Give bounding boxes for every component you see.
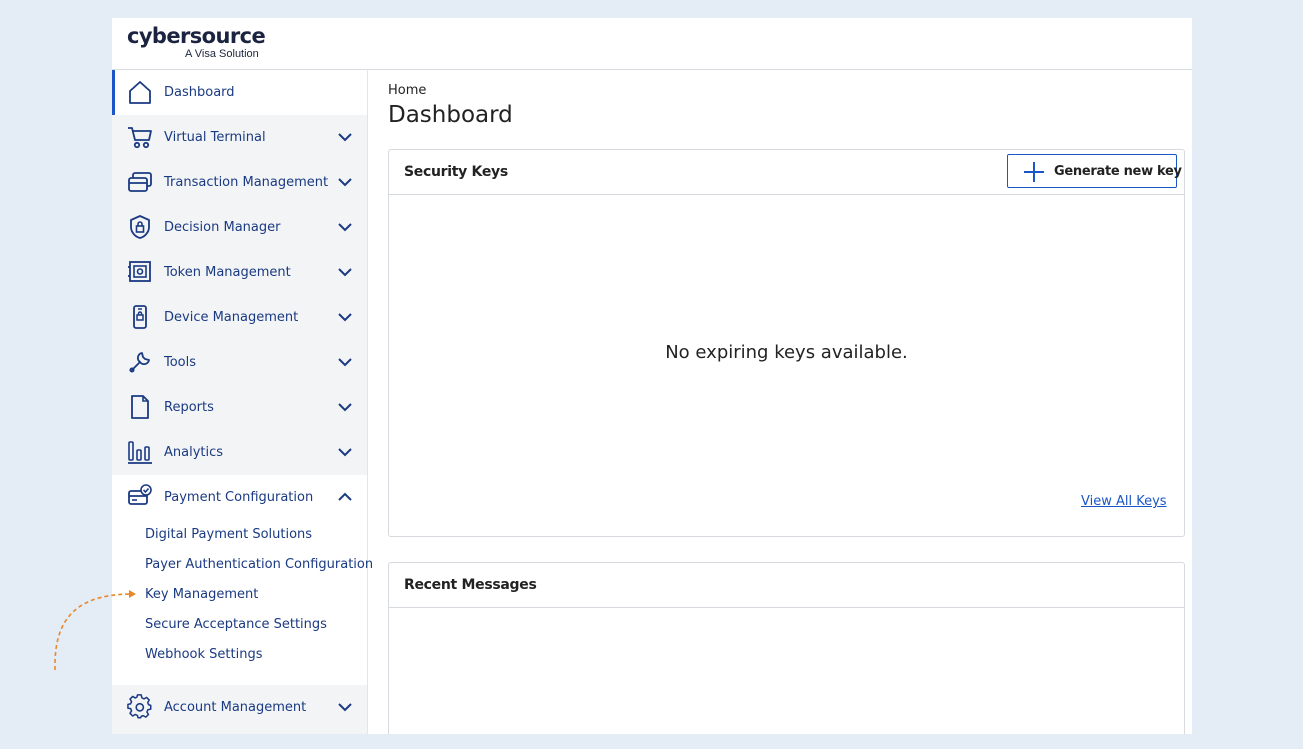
sidebar-item-label: Virtual Terminal [164, 130, 266, 145]
recent-messages-title: Recent Messages [404, 577, 537, 593]
cart-icon [128, 127, 152, 149]
vault-icon [128, 261, 151, 282]
subitem-key-management[interactable]: Key Management [145, 587, 258, 602]
recent-messages-header: Recent Messages [389, 563, 1184, 608]
sidebar-item-tools[interactable]: Tools [112, 340, 367, 385]
wrench-icon [129, 352, 150, 373]
generate-new-key-label: Generate new key [1054, 164, 1182, 179]
chevron-down-icon[interactable] [337, 311, 353, 323]
sidebar-item-label: Decision Manager [164, 220, 281, 235]
chevron-down-icon[interactable] [337, 701, 353, 713]
sidebar-item-label: Device Management [164, 310, 299, 325]
sidebar-item-dashboard[interactable]: Dashboard [112, 70, 367, 115]
sidebar-item-transaction-management[interactable]: Transaction Management [112, 160, 367, 205]
sidebar-item-label: Reports [164, 400, 214, 415]
sidebar-nav: Dashboard Virtual Terminal Transaction M… [112, 70, 373, 734]
chevron-down-icon[interactable] [337, 176, 353, 188]
sidebar-item-analytics[interactable]: Analytics [112, 430, 367, 475]
empty-keys-message: No expiring keys available. [665, 342, 908, 363]
sidebar-item-account-management[interactable]: Account Management [112, 685, 367, 730]
subitem-payer-authentication-configuration[interactable]: Payer Authentication Configuration [145, 557, 373, 572]
chevron-down-icon[interactable] [337, 356, 353, 368]
sidebar-item-device-management[interactable]: Device Management [112, 295, 367, 340]
chevron-down-icon[interactable] [337, 446, 353, 458]
security-keys-card: Security Keys Generate new key No expiri… [388, 149, 1185, 537]
page-title: Dashboard [388, 102, 513, 128]
sidebar-item-virtual-terminal[interactable]: Virtual Terminal [112, 115, 367, 160]
chevron-up-icon[interactable] [337, 491, 353, 503]
subitem-secure-acceptance-settings[interactable]: Secure Acceptance Settings [145, 617, 327, 632]
app-frame: cybersource A Visa Solution Dashboard Vi… [112, 18, 1192, 734]
sidebar-item-label: Account Management [164, 700, 307, 715]
chevron-down-icon[interactable] [337, 266, 353, 278]
subitem-digital-payment-solutions[interactable]: Digital Payment Solutions [145, 527, 312, 542]
cybersource-logo[interactable]: cybersource A Visa Solution [127, 24, 266, 60]
generate-new-key-button[interactable]: Generate new key [1007, 154, 1182, 188]
gear-icon [127, 694, 152, 719]
security-keys-title: Security Keys [404, 164, 508, 180]
sidebar-item-label: Dashboard [164, 85, 235, 100]
bar-chart-icon [128, 441, 152, 464]
cards-icon [128, 172, 152, 192]
plus-icon [1024, 162, 1044, 182]
sidebar-item-decision-manager[interactable]: Decision Manager [112, 205, 367, 250]
security-keys-header: Security Keys Generate new key [389, 150, 1184, 195]
brand-name: cybersource [127, 24, 266, 48]
view-all-keys-link[interactable]: View All Keys [1081, 494, 1167, 509]
card-check-icon [128, 484, 152, 505]
shield-lock-icon [130, 215, 150, 239]
sidebar-item-payment-configuration[interactable]: Payment Configuration [112, 475, 367, 520]
brand-tagline: A Visa Solution [185, 48, 259, 60]
chevron-down-icon[interactable] [337, 221, 353, 233]
sidebar-item-label: Payment Configuration [164, 490, 314, 505]
sidebar-item-label: Tools [164, 355, 197, 370]
breadcrumb[interactable]: Home [388, 83, 426, 98]
sidebar-item-label: Transaction Management [164, 175, 329, 190]
subitem-webhook-settings[interactable]: Webhook Settings [145, 647, 262, 662]
payment-configuration-panel: Payment Configuration Digital Payment So… [112, 475, 373, 685]
top-header: cybersource A Visa Solution [112, 18, 1192, 70]
chevron-down-icon[interactable] [337, 401, 353, 413]
chevron-down-icon[interactable] [337, 131, 353, 143]
sidebar-item-reports[interactable]: Reports [112, 385, 367, 430]
sidebar-item-label: Analytics [164, 445, 224, 460]
annotation-arrow-icon [54, 590, 136, 671]
sidebar-item-token-management[interactable]: Token Management [112, 250, 367, 295]
sidebar-item-label: Token Management [164, 265, 291, 280]
document-icon [131, 395, 149, 419]
mobile-device-icon [133, 305, 147, 329]
home-icon [129, 81, 151, 104]
recent-messages-card: Recent Messages [388, 562, 1185, 734]
